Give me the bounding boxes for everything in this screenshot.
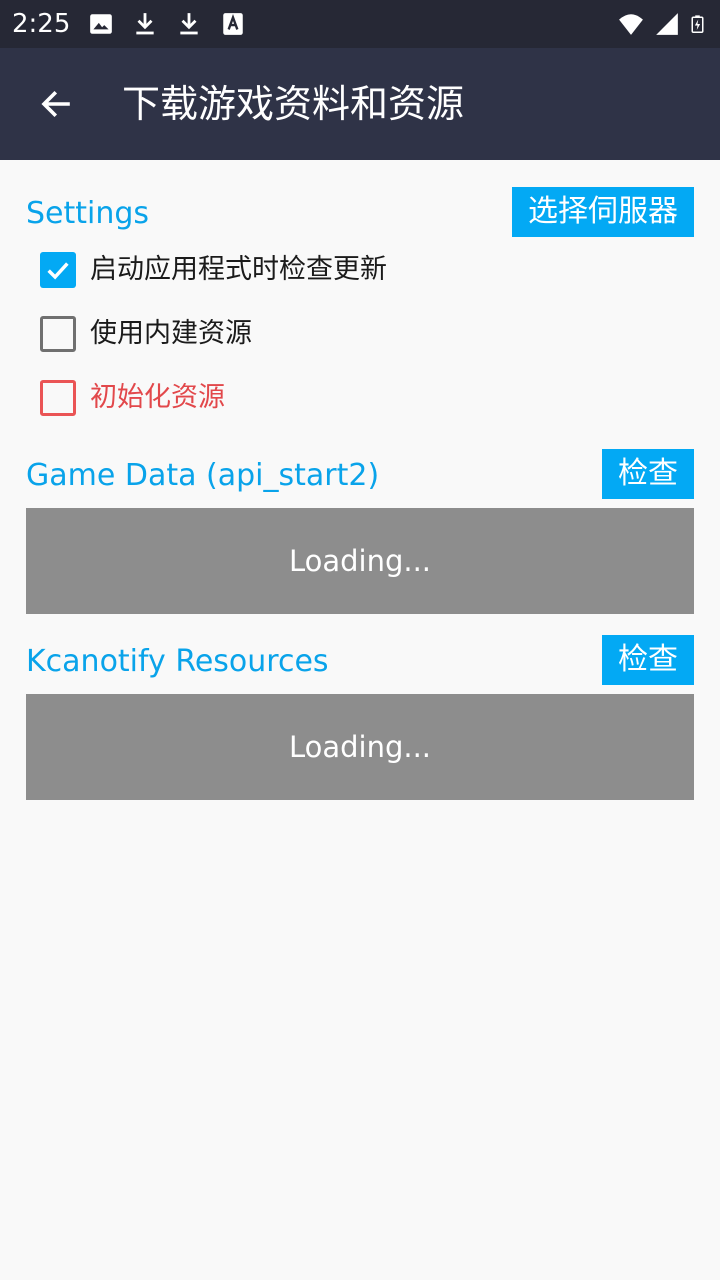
font-icon bbox=[223, 13, 243, 35]
battery-charging-icon bbox=[691, 15, 704, 33]
option-check-update[interactable]: 启动应用程式时检查更新 bbox=[40, 248, 387, 292]
system-icons bbox=[618, 10, 708, 38]
game-data-check-button[interactable]: 检查 bbox=[602, 449, 694, 499]
game-data-status-panel: Loading... bbox=[26, 508, 694, 614]
notification-icons bbox=[88, 10, 246, 38]
game-data-title: Game Data (api_start2) bbox=[26, 458, 380, 493]
download-icon bbox=[180, 13, 198, 35]
resources-check-button[interactable]: 检查 bbox=[602, 635, 694, 685]
resources-status-panel: Loading... bbox=[26, 694, 694, 800]
app-bar: 下载游戏资料和资源 bbox=[0, 48, 720, 160]
wifi-icon bbox=[619, 14, 643, 35]
option-check-update-label: 启动应用程式时检查更新 bbox=[90, 254, 387, 285]
select-server-button[interactable]: 选择伺服器 bbox=[512, 187, 694, 237]
status-bar: 2:25 bbox=[0, 0, 720, 48]
back-button[interactable] bbox=[28, 76, 84, 132]
checkbox-unchecked[interactable] bbox=[40, 316, 76, 352]
main-content: Settings 选择伺服器 启动应用程式时检查更新 使用内建资源 初始化资源 … bbox=[0, 160, 720, 1280]
option-builtin-resources-label: 使用内建资源 bbox=[90, 318, 252, 349]
download-icon bbox=[136, 13, 154, 35]
checkbox-checked[interactable] bbox=[40, 252, 76, 288]
option-reset-resources-label: 初始化资源 bbox=[90, 382, 225, 413]
resources-title: Kcanotify Resources bbox=[26, 644, 329, 679]
page-title: 下载游戏资料和资源 bbox=[122, 82, 465, 126]
status-time: 2:25 bbox=[12, 9, 71, 39]
check-icon bbox=[47, 262, 69, 280]
signal-icon bbox=[656, 13, 678, 35]
arrow-left-icon bbox=[41, 90, 70, 118]
option-reset-resources[interactable]: 初始化资源 bbox=[40, 376, 225, 420]
checkbox-unchecked[interactable] bbox=[40, 380, 76, 416]
image-icon bbox=[90, 14, 112, 34]
option-builtin-resources[interactable]: 使用内建资源 bbox=[40, 312, 252, 356]
settings-title: Settings bbox=[26, 196, 150, 231]
